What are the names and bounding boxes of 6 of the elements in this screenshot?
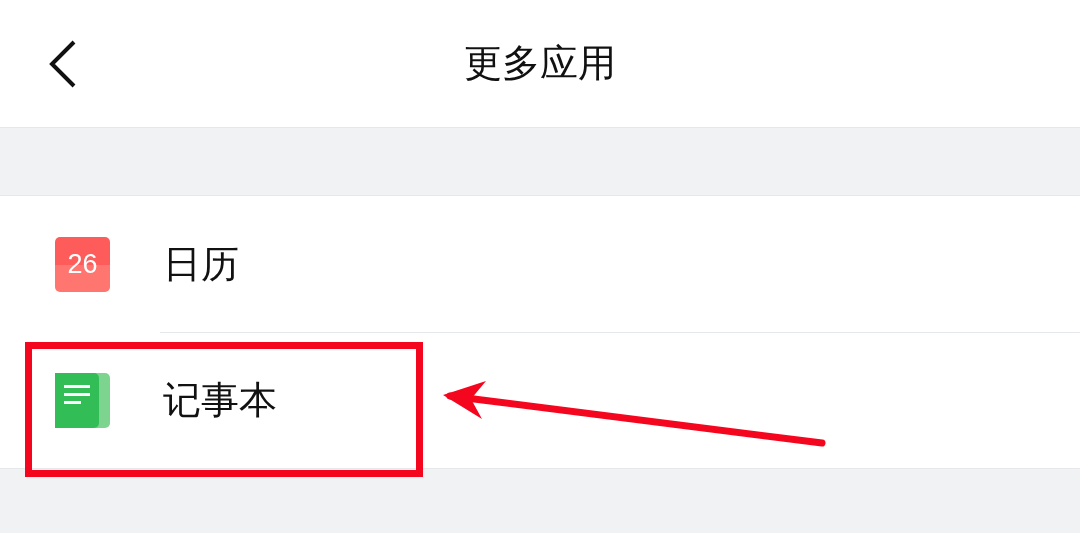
app-label: 日历 [163,241,239,287]
notepad-icon [55,372,110,428]
app-list-item[interactable]: 26 日历 [0,196,1080,332]
calendar-icon: 26 [55,236,110,292]
app-label: 记事本 [163,377,277,423]
page-title: 更多应用 [464,41,616,86]
